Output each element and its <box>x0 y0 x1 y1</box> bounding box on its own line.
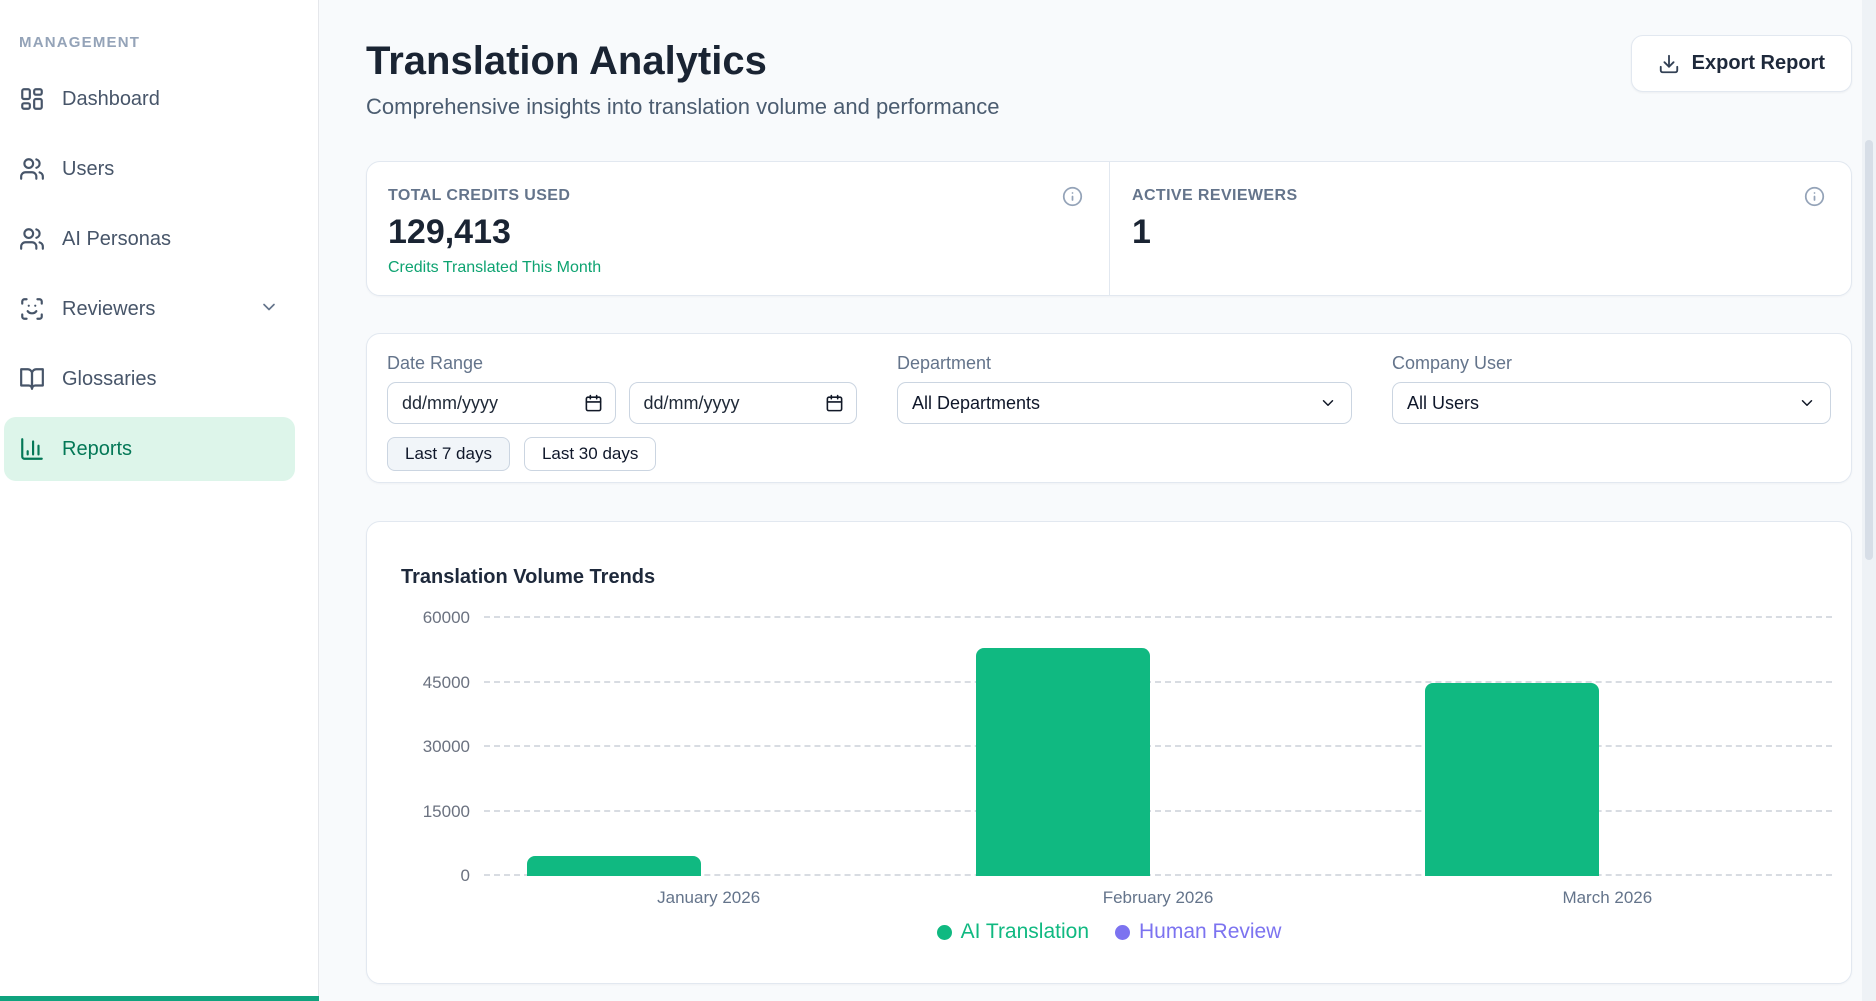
last-7-days-button[interactable]: Last 7 days <box>387 437 510 471</box>
sidebar-item-label: Reports <box>62 438 132 461</box>
stat-label: TOTAL CREDITS USED <box>388 186 1083 206</box>
page-title: Translation Analytics <box>366 38 999 84</box>
sidebar-item-label: Users <box>62 158 114 181</box>
sidebar-item-dashboard[interactable]: Dashboard <box>4 67 295 131</box>
gridline <box>484 616 1832 618</box>
stat-sublabel: Credits Translated This Month <box>388 258 1083 278</box>
department-selected-value: All Departments <box>912 393 1040 414</box>
scrollbar-thumb[interactable] <box>1865 140 1873 560</box>
x-axis-label: February 2026 <box>1103 888 1214 908</box>
y-axis-tick: 15000 <box>423 802 470 822</box>
users-icon <box>19 226 45 252</box>
stat-value: 129,413 <box>388 212 1083 252</box>
legend-dot <box>1115 925 1130 940</box>
y-axis-tick: 0 <box>461 866 470 886</box>
stat-card-active-reviewers: ACTIVE REVIEWERS 1 <box>1109 162 1851 295</box>
sidebar-item-label: Dashboard <box>62 88 160 111</box>
sidebar-item-users[interactable]: Users <box>4 137 295 201</box>
scrollbar-track[interactable] <box>1862 0 1876 1001</box>
book-open-icon <box>19 366 45 392</box>
y-axis-tick: 30000 <box>423 737 470 757</box>
legend-item[interactable]: Human Review <box>1115 920 1281 944</box>
y-axis-tick: 45000 <box>423 673 470 693</box>
bar-ai-translation <box>976 648 1150 876</box>
stats-panel: TOTAL CREDITS USED 129,413 Credits Trans… <box>366 161 1852 296</box>
chevron-down-icon <box>259 297 279 322</box>
sidebar-item-label: AI Personas <box>62 228 171 251</box>
y-axis-tick: 60000 <box>423 608 470 628</box>
chart-plot: 015000300004500060000January 2026Februar… <box>484 618 1832 876</box>
legend-dot <box>937 925 952 940</box>
department-group: Department All Departments <box>897 352 1352 482</box>
date-from-input[interactable]: dd/mm/yyyy <box>387 382 616 424</box>
translation-volume-chart: Translation Volume Trends 01500030000450… <box>366 521 1852 984</box>
export-report-label: Export Report <box>1692 52 1825 75</box>
calendar-icon[interactable] <box>825 394 844 413</box>
page-subtitle: Comprehensive insights into translation … <box>366 92 999 122</box>
sidebar-item-ai-personas[interactable]: AI Personas <box>4 207 295 271</box>
last-30-days-button[interactable]: Last 30 days <box>524 437 656 471</box>
date-range-group: Date Range dd/mm/yyyy dd/mm/yyyy Last 7 … <box>387 352 857 482</box>
department-select[interactable]: All Departments <box>897 382 1352 424</box>
download-icon <box>1658 53 1680 75</box>
filters-panel: Date Range dd/mm/yyyy dd/mm/yyyy Last 7 … <box>366 333 1852 483</box>
gridline <box>484 810 1832 812</box>
sidebar: MANAGEMENT Dashboard Users AI Personas R… <box>0 0 319 1001</box>
sidebar-item-label: Glossaries <box>62 368 156 391</box>
chevron-down-icon <box>1798 394 1816 412</box>
company-user-select[interactable]: All Users <box>1392 382 1831 424</box>
stat-value: 1 <box>1132 212 1825 252</box>
sidebar-bottom-accent <box>0 996 319 1001</box>
company-user-label: Company User <box>1392 352 1831 374</box>
dashboard-grid-icon <box>19 86 45 112</box>
scan-face-icon <box>19 296 45 322</box>
sidebar-item-reports[interactable]: Reports <box>4 417 295 481</box>
department-label: Department <box>897 352 1352 374</box>
date-to-placeholder: dd/mm/yyyy <box>644 393 740 414</box>
chevron-down-icon <box>1319 394 1337 412</box>
export-report-button[interactable]: Export Report <box>1631 35 1852 92</box>
date-to-input[interactable]: dd/mm/yyyy <box>629 382 858 424</box>
date-from-placeholder: dd/mm/yyyy <box>402 393 498 414</box>
x-axis-label: March 2026 <box>1562 888 1652 908</box>
bar-chart-icon <box>19 436 45 462</box>
company-user-selected-value: All Users <box>1407 393 1479 414</box>
page-header: Translation Analytics Comprehensive insi… <box>366 0 1852 122</box>
chart-title: Translation Volume Trends <box>401 566 655 589</box>
legend-label: AI Translation <box>961 920 1089 944</box>
bar-ai-translation <box>1425 683 1599 877</box>
gridline <box>484 681 1832 683</box>
sidebar-item-reviewers[interactable]: Reviewers <box>4 277 295 341</box>
legend-item[interactable]: AI Translation <box>937 920 1089 944</box>
x-axis-label: January 2026 <box>657 888 760 908</box>
stat-label: ACTIVE REVIEWERS <box>1132 186 1825 206</box>
calendar-icon[interactable] <box>584 394 603 413</box>
legend-label: Human Review <box>1139 920 1281 944</box>
info-icon[interactable] <box>1062 186 1083 212</box>
stat-card-total-credits: TOTAL CREDITS USED 129,413 Credits Trans… <box>367 162 1109 295</box>
date-range-label: Date Range <box>387 352 857 374</box>
gridline <box>484 745 1832 747</box>
bar-ai-translation <box>527 856 701 876</box>
main-content: Translation Analytics Comprehensive insi… <box>319 0 1876 1001</box>
sidebar-item-glossaries[interactable]: Glossaries <box>4 347 295 411</box>
company-user-group: Company User All Users <box>1392 352 1831 482</box>
info-icon[interactable] <box>1804 186 1825 212</box>
users-icon <box>19 156 45 182</box>
sidebar-item-label: Reviewers <box>62 298 155 321</box>
chart-legend: AI Translation Human Review <box>367 920 1851 944</box>
sidebar-section-label: MANAGEMENT <box>19 34 318 51</box>
